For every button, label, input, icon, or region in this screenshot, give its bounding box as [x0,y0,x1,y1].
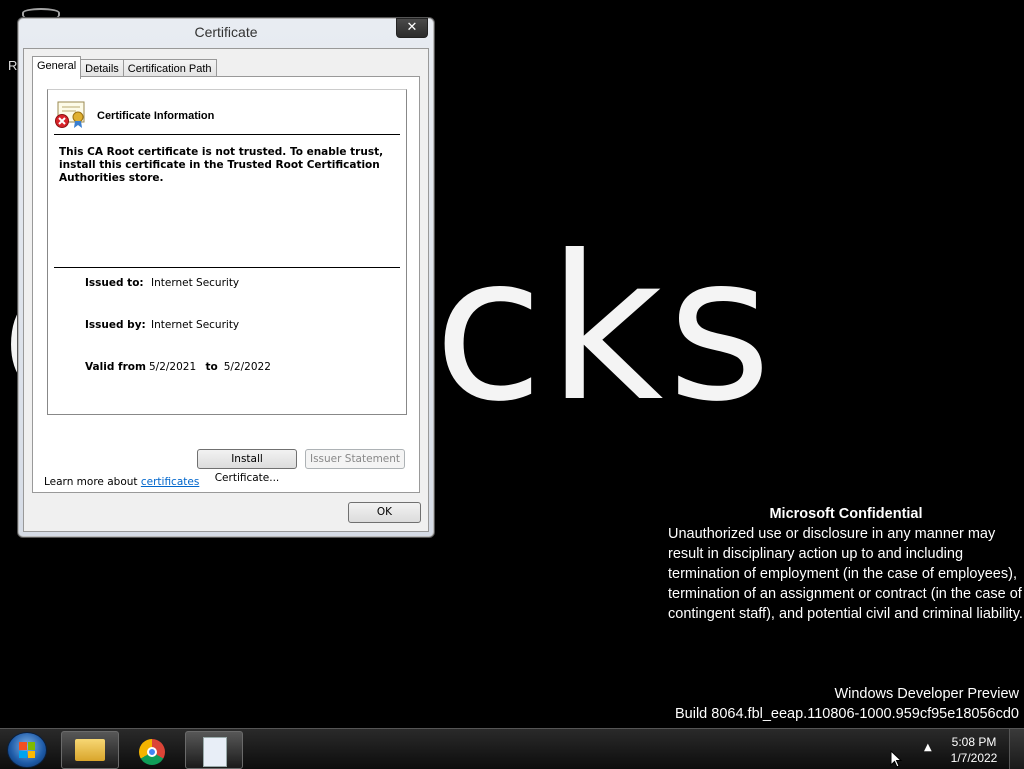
dialog-client: General Details Certification Path Certi… [23,48,429,532]
certificates-link[interactable]: certificates [141,476,199,488]
tab-strip: General Details Certification Path [32,56,217,79]
issued-to-row: Issued to: Internet Security [85,277,239,289]
tab-general[interactable]: General [32,56,82,79]
show-desktop-button[interactable] [1009,729,1024,769]
learn-more-text: Learn more about [44,476,138,488]
chrome-icon [139,739,165,765]
issued-by-row: Issued by: Internet Security [85,319,239,331]
learn-more-line: Learn more about certificates [44,476,199,488]
valid-from-value: 5/2/2021 [149,361,197,373]
issued-to-value: Internet Security [151,277,240,289]
desktop-icon-label[interactable]: R [8,58,17,73]
watermark-body: Unauthorized use or disclosure in any ma… [668,526,1023,622]
valid-to-value: 5/2/2022 [223,361,271,373]
install-certificate-button[interactable]: Install Certificate... [197,449,297,484]
confidential-watermark: Microsoft Confidential Unauthorized use … [668,504,1024,624]
taskbar: ▲ 5:08 PM 1/7/2022 [0,728,1024,769]
windows-logo-icon [19,742,35,758]
issued-by-label: Issued by: [85,319,146,331]
info-title: Certificate Information [97,110,215,122]
issuer-statement-button[interactable]: Issuer Statement [305,449,405,469]
certificate-dialog: Certificate ✕ General Details Certificat… [17,17,435,538]
watermark-title: Microsoft Confidential [769,506,923,522]
certificate-info-box: Certificate Information This CA Root cer… [47,89,407,415]
issued-to-label: Issued to: [85,277,144,289]
folder-icon [75,739,105,761]
start-button[interactable] [7,732,47,768]
clock-date: 1/7/2022 [950,751,998,765]
divider [54,267,400,268]
dialog-title: Certificate [194,24,258,40]
show-hidden-icons-arrow-icon[interactable]: ▲ [924,742,932,753]
valid-from-label: Valid from [85,361,146,373]
build-number: Build 8064.fbl_eeap.110806-1000.959cf95e… [674,706,1019,722]
close-button[interactable]: ✕ [396,18,428,38]
document-icon [203,737,227,767]
trust-warning-text: This CA Root certificate is not trusted.… [59,146,384,184]
general-tab-panel: Certificate Information This CA Root cer… [32,76,420,493]
build-name: Windows Developer Preview [834,686,1019,702]
close-icon: ✕ [406,20,418,35]
build-info: Windows Developer Preview Build 8064.fbl… [675,684,1019,724]
mouse-cursor-icon [890,750,903,768]
system-clock[interactable]: 5:08 PM 1/7/2022 [942,734,1006,766]
title-bar[interactable]: Certificate ✕ [18,18,434,48]
certificate-error-icon [55,101,85,128]
issued-by-value: Internet Security [151,319,240,331]
divider [54,134,400,135]
validity-row: Valid from 5/2/2021 to 5/2/2022 [85,361,271,373]
valid-to-label: to [205,361,218,373]
ok-button[interactable]: OK [348,502,421,523]
clock-time: 5:08 PM [951,735,997,749]
taskbar-explorer-button[interactable] [61,731,119,769]
taskbar-document-button[interactable] [185,731,243,769]
taskbar-chrome-button[interactable] [123,731,181,769]
